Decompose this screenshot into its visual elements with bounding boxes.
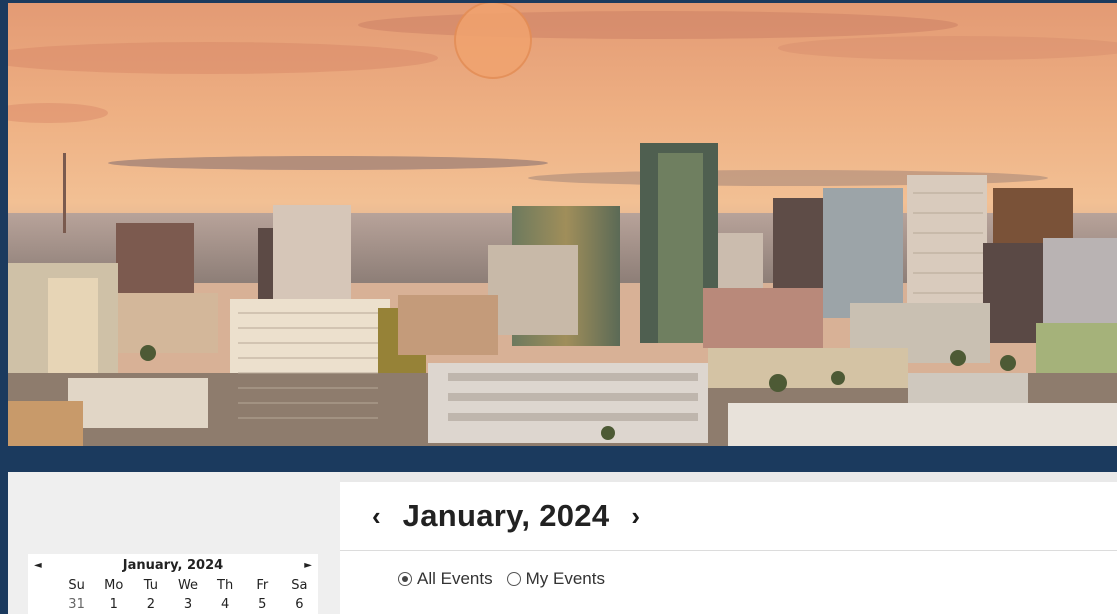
all-events-radio[interactable]: All Events [398, 569, 493, 589]
weekday-label: Mo [104, 578, 124, 593]
weekday-label: We [177, 578, 199, 593]
next-month-icon[interactable]: › [623, 503, 648, 529]
all-events-label: All Events [417, 569, 493, 588]
mini-next-month-icon[interactable]: ► [304, 560, 312, 571]
calendar-content: ◄ January, 2024 ► Su Mo Tu We Th Fr Sa 3… [8, 472, 1117, 614]
weekday-label: Sa [291, 578, 308, 593]
sidebar-panel: ◄ January, 2024 ► Su Mo Tu We Th Fr Sa 3… [8, 472, 340, 614]
my-events-radio[interactable]: My Events [506, 569, 605, 589]
mini-calendar-title: January, 2024 [122, 557, 224, 573]
mini-day-cell[interactable]: 5 [244, 597, 281, 612]
month-title: January, 2024 [402, 498, 610, 533]
mini-day-cell[interactable]: 31 [58, 597, 95, 612]
page: ◄ January, 2024 ► Su Mo Tu We Th Fr Sa 3… [0, 0, 1117, 614]
weekday-label: Tu [143, 578, 158, 593]
mini-calendar-header: ◄ January, 2024 ► [28, 554, 318, 576]
mini-day-cell[interactable]: 2 [132, 597, 169, 612]
mini-week-row: 31 1 2 3 4 5 6 [28, 595, 318, 614]
city-skyline-banner [8, 3, 1117, 446]
radio-unchecked-icon[interactable] [506, 572, 521, 586]
weekday-label: Th [217, 578, 234, 593]
prev-month-icon[interactable]: ‹ [364, 503, 389, 529]
mini-day-cell[interactable]: 4 [207, 597, 244, 612]
header-band [0, 446, 1117, 472]
mini-weekday-row: Su Mo Tu We Th Fr Sa [28, 576, 318, 595]
mini-prev-month-icon[interactable]: ◄ [34, 560, 42, 571]
event-filter: All Events My Events [340, 551, 1117, 589]
weekday-label: Su [68, 578, 85, 593]
mini-day-cell[interactable]: 1 [95, 597, 132, 612]
mini-calendar: ◄ January, 2024 ► Su Mo Tu We Th Fr Sa 3… [28, 554, 318, 614]
left-border [0, 0, 8, 450]
my-events-label: My Events [525, 569, 605, 588]
mini-day-cell[interactable]: 6 [281, 597, 318, 612]
weekday-label: Fr [256, 578, 269, 593]
main-calendar-header: ‹ January, 2024 › [340, 482, 1117, 551]
mini-day-cell[interactable]: 3 [169, 597, 206, 612]
radio-checked-icon[interactable] [398, 572, 412, 586]
skyline-image [8, 3, 1117, 446]
main-calendar-panel: ‹ January, 2024 › All Events My Events [340, 482, 1117, 614]
